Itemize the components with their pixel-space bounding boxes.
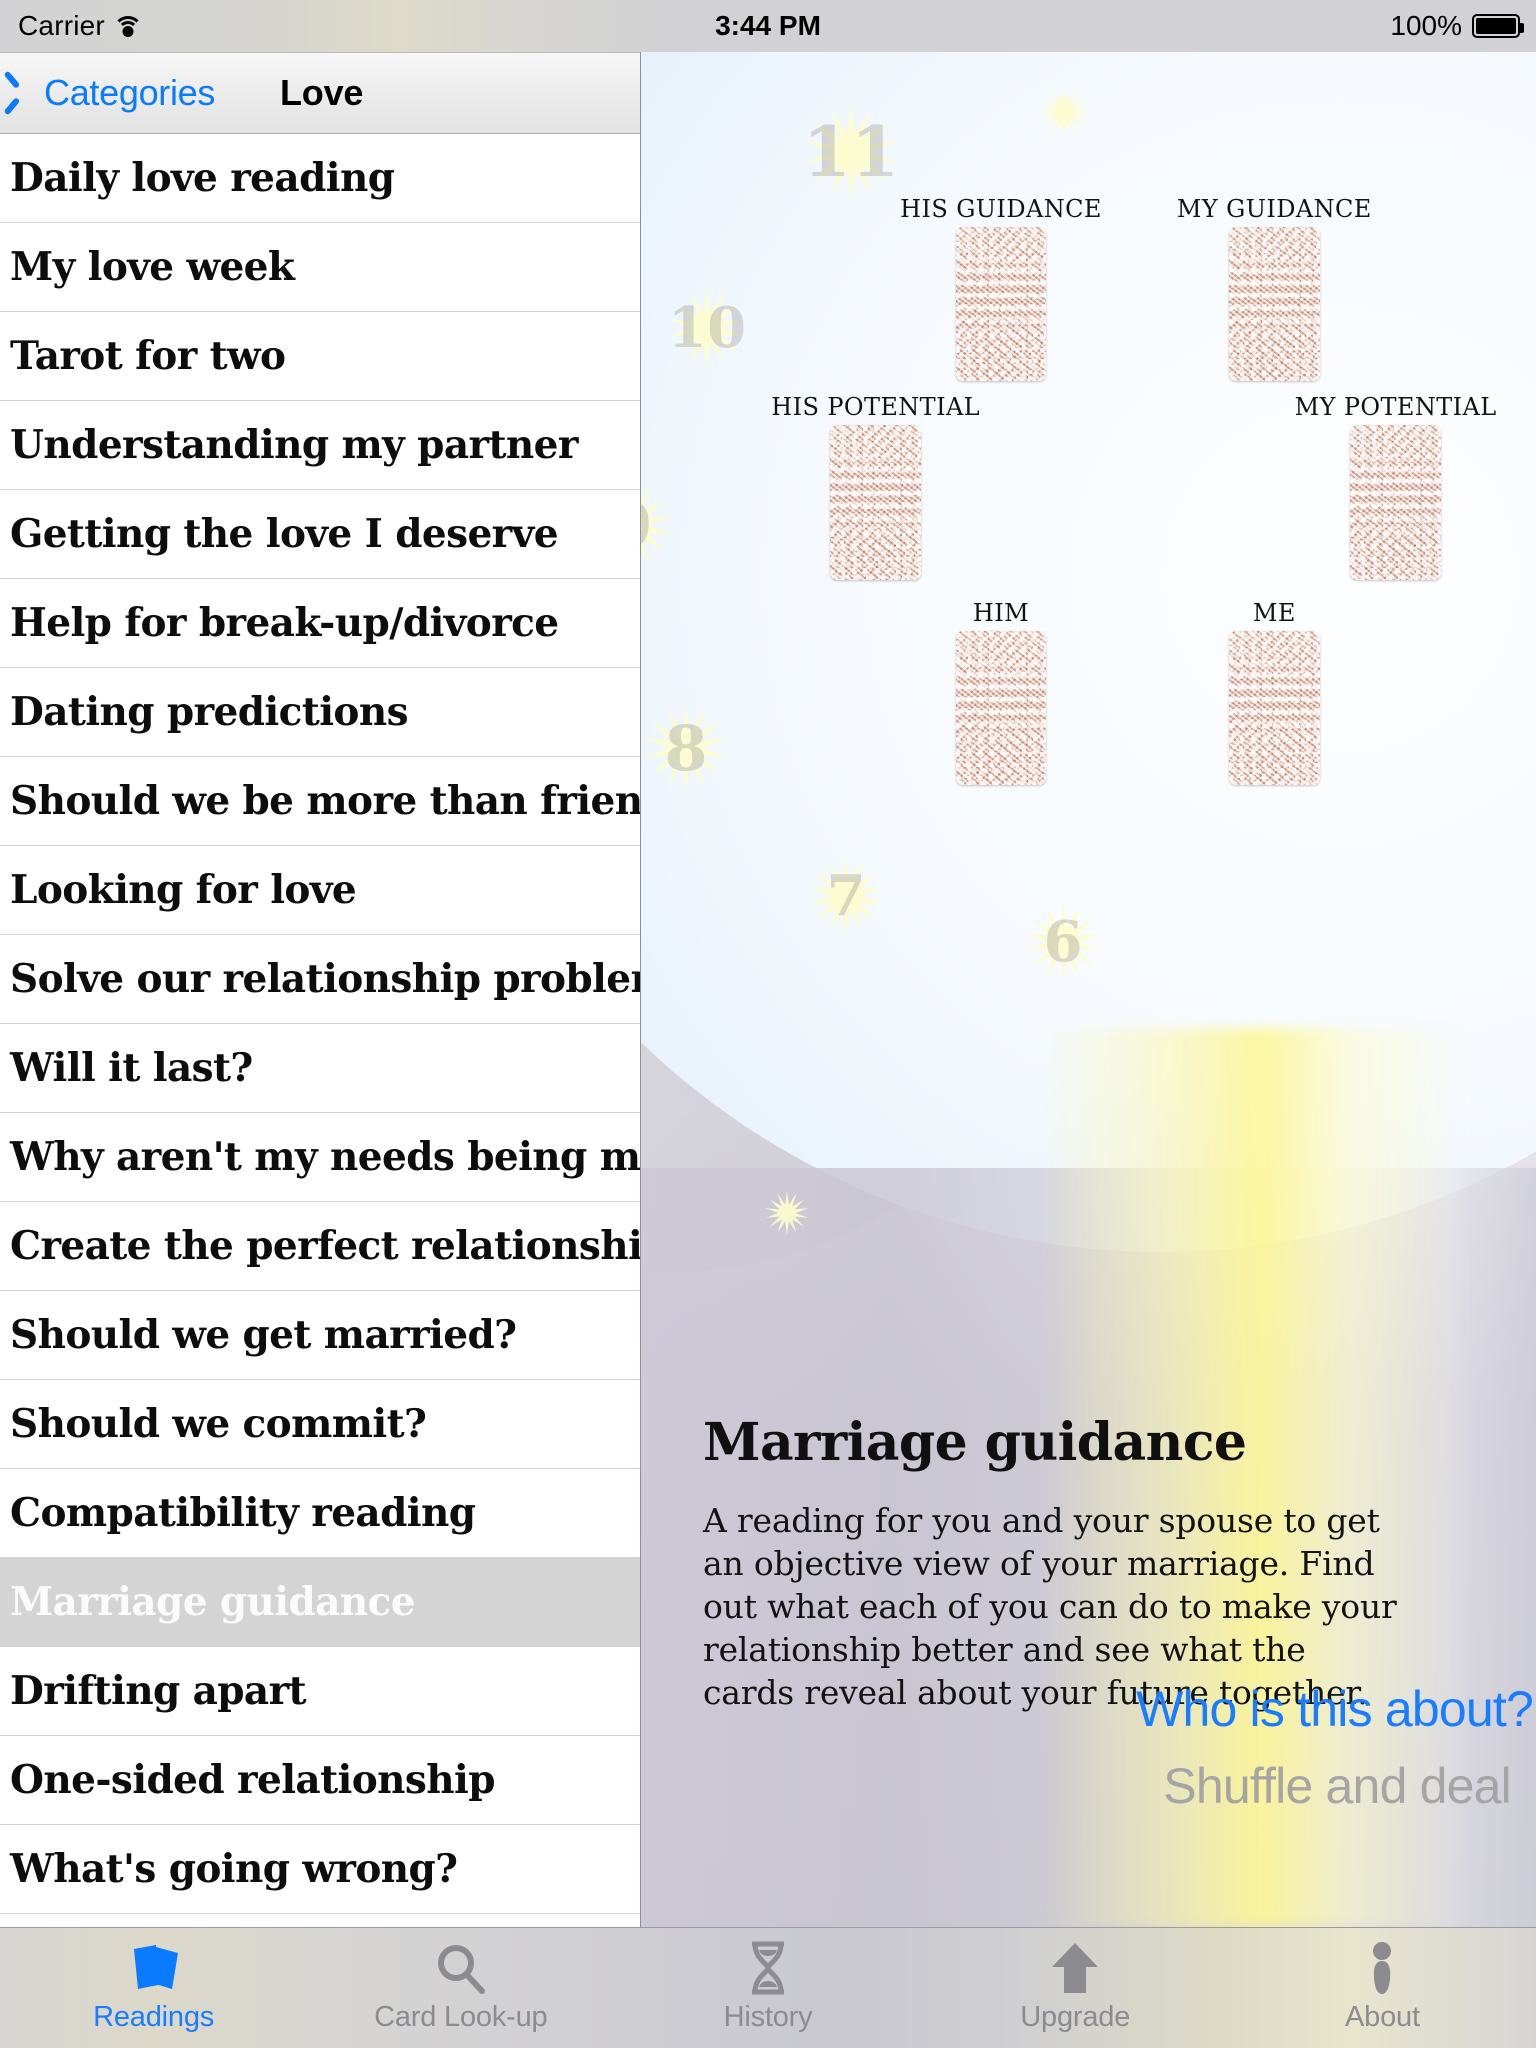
page-title: Love [280,72,364,113]
cards-icon [126,1943,182,1995]
list-item-label: Marriage guidance [10,1579,416,1625]
list-item[interactable]: Should we be more than friends? [0,757,640,846]
back-to-categories-button[interactable]: Categories [14,72,215,114]
list-item-label: Should we be more than friends? [10,778,640,824]
list-item[interactable]: Why aren't my needs being met? [0,1113,640,1202]
list-item-label: Should we commit? [10,1401,427,1447]
tab-upgrade[interactable]: Upgrade [922,1928,1229,2048]
tab-label: Card Look-up [374,2000,548,2033]
list-item[interactable]: Getting the love I deserve [0,490,640,579]
list-item-label: Should we get married? [10,1312,517,1358]
tarot-card[interactable] [830,425,921,580]
list-item[interactable]: One-sided relationship [0,1736,640,1825]
list-item[interactable]: Daily love reading [0,134,640,223]
list-item-label: Help for break-up/divorce [10,600,559,646]
list-item[interactable]: Will it last? [0,1024,640,1113]
status-bar-clock: 3:44 PM [715,10,821,41]
tarot-card-label: ME [1252,598,1296,627]
list-item[interactable]: Solve our relationship problems [0,935,640,1024]
list-item[interactable]: Should we commit? [0,1380,640,1469]
list-item[interactable]: Create the perfect relationship [0,1202,640,1291]
tab-label: History [723,2000,813,2033]
up-arrow-icon [1050,1942,1100,1995]
chevron-left-icon [14,76,34,110]
tarot-card[interactable] [955,630,1047,786]
tarot-card-label: HIM [972,598,1030,627]
tab-label: Upgrade [1020,2000,1131,2033]
list-item[interactable]: Drifting apart [0,1647,640,1736]
back-button-label: Categories [44,72,216,113]
list-item-label: Compatibility reading [10,1490,476,1536]
list-item-label: Create the perfect relationship [10,1223,640,1269]
list-item[interactable]: Marriage guidance [0,1558,640,1647]
tarot-card[interactable] [1228,226,1320,382]
reading-title: Marriage guidance [703,1412,1247,1473]
list-item-label: Daily love reading [10,155,395,201]
magnifier-icon [435,1943,487,1995]
list-item[interactable]: Understanding my partner [0,401,640,490]
split-view: Categories Love Daily love reading My lov… [0,52,1536,1928]
list-item-label: Looking for love [10,867,357,913]
list-item-label: Tarot for two [10,333,286,379]
list-item-label: Dating predictions [10,689,409,735]
list-item-label: One-sided relationship [10,1757,495,1803]
tab-label: About [1345,2000,1420,2033]
tab-card-look-up[interactable]: Card Look-up [307,1928,614,2048]
tab-bar[interactable]: Readings Card Look-up History Upgrade About [0,1927,1536,2048]
list-item[interactable]: Tarot for two [0,312,640,401]
list-item-label: My love week [10,244,295,290]
tarot-card[interactable] [1228,630,1320,786]
sidebar-navigation-bar: Categories Love [0,52,640,134]
list-item[interactable]: My love week [0,223,640,312]
detail-pane: 11109876 HIS GUIDANCEMY GUIDANCEHIS POTE… [640,52,1536,1928]
list-item-label: Solve our relationship problems [10,956,640,1002]
tarot-card[interactable] [955,226,1047,382]
status-bar: Carrier 3:44 PM 100% [0,0,1536,52]
hourglass-icon [746,1941,790,1995]
tarot-card-label: MY GUIDANCE [1176,194,1372,223]
tab-readings[interactable]: Readings [0,1928,307,2048]
tarot-card-label: MY POTENTIAL [1294,393,1497,422]
list-item-label: Will it last? [10,1045,253,1091]
tab-about[interactable]: About [1229,1928,1536,2048]
battery-percent-label: 100% [1390,10,1462,41]
list-item[interactable]: Dating predictions [0,668,640,757]
sidebar: Categories Love Daily love reading My lov… [0,52,640,1928]
readings-list[interactable]: Daily love reading My love week Tarot for … [0,134,640,1928]
tab-history[interactable]: History [614,1928,921,2048]
list-item[interactable]: Help for break-up/divorce [0,579,640,668]
list-item[interactable]: Compatibility reading [0,1469,640,1558]
shuffle-and-deal-button[interactable]: Shuffle and deal [1163,1757,1512,1815]
list-item-label: Getting the love I deserve [10,511,559,557]
tarot-card-label: HIS POTENTIAL [771,393,981,422]
battery-full-icon [1472,14,1524,38]
who-is-this-about-button[interactable]: Who is this about? [1136,1680,1534,1738]
list-item-label: Why aren't my needs being met? [10,1134,640,1180]
tarot-card-label: HIS GUIDANCE [900,194,1102,223]
list-item-label: Drifting apart [10,1668,307,1714]
list-item[interactable]: What's going wrong? [0,1825,640,1914]
list-item[interactable]: Looking for love [0,846,640,935]
list-item-label: What's going wrong? [10,1846,458,1892]
app-root: Carrier 3:44 PM 100% Categories Love Dai… [0,0,1536,2048]
status-bar-right: 100% [1390,10,1524,42]
list-item[interactable]: Should we get married? [0,1291,640,1380]
person-icon [1367,1941,1397,1995]
tab-label: Readings [93,2000,215,2033]
list-item-label: Understanding my partner [10,422,578,468]
tarot-card[interactable] [1350,425,1441,580]
